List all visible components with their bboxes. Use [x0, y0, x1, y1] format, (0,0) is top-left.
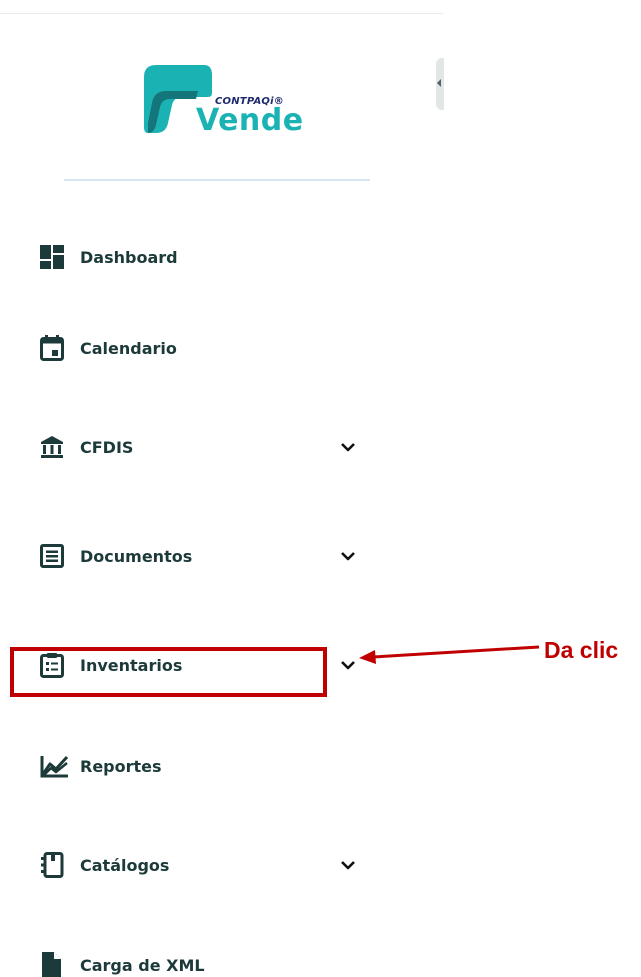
sidebar-item-calendario[interactable]: Calendario: [40, 334, 370, 362]
top-border: [0, 13, 443, 14]
sidebar-item-cfdis[interactable]: CFDIS: [40, 433, 370, 461]
dashboard-icon: [40, 245, 70, 269]
sidebar-item-label: Carga de XML: [80, 955, 205, 975]
chevron-down-icon[interactable]: [340, 657, 356, 673]
calendar-icon: [40, 335, 70, 361]
file-icon: [40, 952, 70, 977]
chevron-down-icon[interactable]: [340, 857, 356, 873]
sidebar-collapse-button[interactable]: [436, 58, 444, 110]
sidebar-item-label: Documentos: [80, 546, 193, 566]
app-logo: CONTPAQi® Vende: [138, 63, 308, 143]
chevron-down-icon[interactable]: [340, 439, 356, 455]
chevron-down-icon[interactable]: [340, 548, 356, 564]
chart-line-icon: [40, 754, 70, 778]
annotation-text: Da clic: [544, 637, 619, 663]
sidebar-item-label: Dashboard: [80, 247, 178, 267]
logo-product-text: Vende: [196, 103, 304, 138]
sidebar-item-label: Catálogos: [80, 855, 170, 875]
catalog-book-icon: [40, 852, 70, 878]
sidebar-item-label: CFDIS: [80, 437, 134, 457]
sidebar-item-carga-xml[interactable]: Carga de XML: [40, 951, 370, 977]
documents-icon: [40, 544, 70, 568]
highlight-box: [10, 647, 327, 697]
sidebar-item-documentos[interactable]: Documentos: [40, 542, 370, 570]
sidebar-item-label: Reportes: [80, 756, 162, 776]
sidebar-item-label: Calendario: [80, 338, 177, 358]
sidebar-item-dashboard[interactable]: Dashboard: [40, 243, 370, 271]
logo-divider: [64, 179, 370, 181]
sidebar-item-reportes[interactable]: Reportes: [40, 752, 370, 780]
sidebar-item-catalogos[interactable]: Catálogos: [40, 851, 370, 879]
chevron-left-icon: [437, 79, 441, 87]
bank-icon: [40, 435, 70, 459]
